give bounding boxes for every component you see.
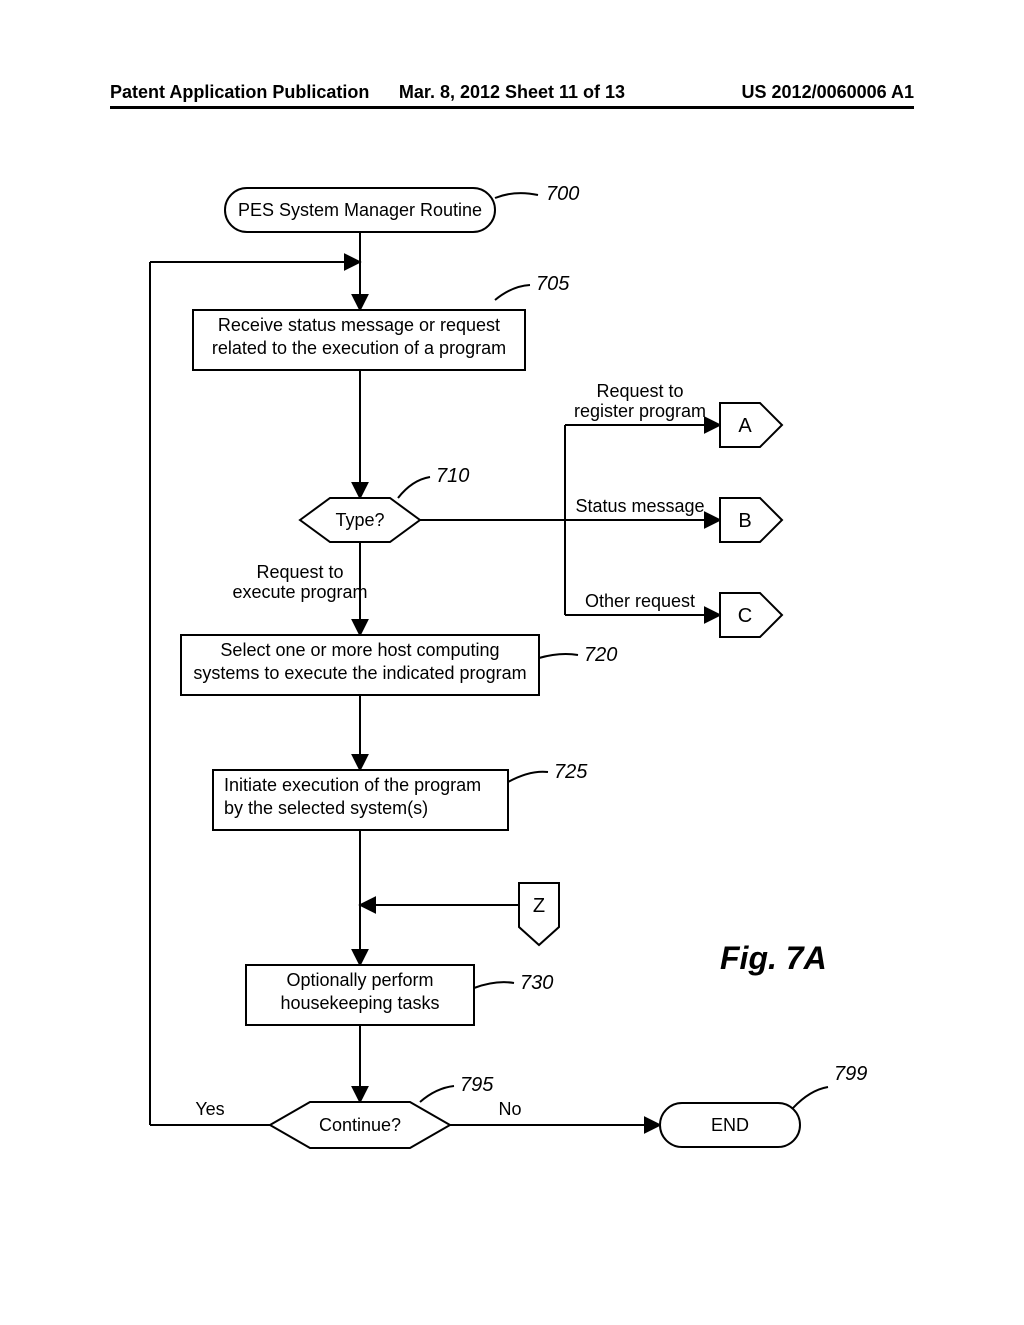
connector-Z-text: Z bbox=[533, 895, 545, 917]
ref-795: 795 bbox=[460, 1074, 494, 1096]
label-yes: Yes bbox=[195, 1099, 224, 1119]
ref-700: 700 bbox=[546, 183, 579, 205]
terminal-end-text: END bbox=[711, 1115, 749, 1135]
leader-795 bbox=[420, 1086, 454, 1102]
leader-799 bbox=[793, 1087, 828, 1108]
leader-725 bbox=[508, 772, 548, 782]
label-other: Other request bbox=[585, 591, 695, 611]
leader-700 bbox=[495, 193, 538, 198]
connector-A-text: A bbox=[738, 415, 752, 437]
label-no: No bbox=[498, 1099, 521, 1119]
leader-710 bbox=[398, 477, 430, 498]
figure-label: Fig. 7A bbox=[720, 940, 827, 977]
leader-720 bbox=[539, 654, 578, 658]
leader-730 bbox=[474, 982, 514, 988]
decision-795-text: Continue? bbox=[319, 1115, 401, 1135]
terminal-700-text: PES System Manager Routine bbox=[238, 200, 482, 220]
label-exec-1: Request to bbox=[256, 562, 343, 582]
leader-705 bbox=[495, 285, 530, 300]
ref-710: 710 bbox=[436, 465, 469, 487]
decision-710-text: Type? bbox=[335, 510, 384, 530]
box-720-text: Select one or more host computing system… bbox=[186, 639, 534, 684]
label-status: Status message bbox=[575, 496, 704, 516]
ref-705: 705 bbox=[536, 273, 570, 295]
box-725-text: Initiate execution of the program by the… bbox=[218, 774, 503, 819]
ref-720: 720 bbox=[584, 644, 617, 666]
ref-725: 725 bbox=[554, 761, 588, 783]
flowchart: PES System Manager Routine 700 Receive s… bbox=[0, 0, 1024, 1325]
page: Patent Application Publication Mar. 8, 2… bbox=[0, 0, 1024, 1320]
connector-C-text: C bbox=[738, 605, 752, 627]
box-730-text: Optionally perform housekeeping tasks bbox=[251, 969, 469, 1014]
ref-799: 799 bbox=[834, 1063, 867, 1085]
connector-B-text: B bbox=[738, 510, 751, 532]
ref-730: 730 bbox=[520, 972, 553, 994]
label-exec-2: execute program bbox=[232, 582, 367, 602]
label-register-2: register program bbox=[574, 401, 706, 421]
box-705-text: Receive status message or request relate… bbox=[198, 314, 520, 359]
label-register-1: Request to bbox=[596, 381, 683, 401]
